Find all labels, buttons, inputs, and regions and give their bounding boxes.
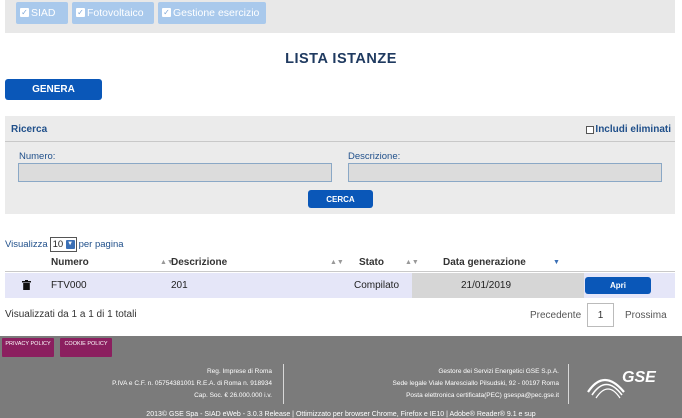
- cookie-policy-link[interactable]: COOKIE POLICY: [60, 338, 112, 357]
- company-registration-info: Reg. Imprese di Roma P.IVA e C.F. n. 057…: [112, 366, 272, 402]
- module-tabs-bar: ✓ SIAD ✓ Fotovoltaico ✓ Gestione eserciz…: [5, 0, 675, 33]
- sort-icon[interactable]: ▲▼: [330, 259, 344, 266]
- page-size-select[interactable]: 10 ▼: [49, 237, 77, 252]
- genera-button[interactable]: GENERA: [5, 79, 102, 100]
- pagination-current-page[interactable]: 1: [587, 303, 614, 327]
- tab-siad[interactable]: ✓ SIAD: [16, 2, 68, 24]
- table-row: FTV000 201 Compilato 21/01/2019 Apri: [5, 273, 675, 298]
- header-descrizione[interactable]: Descrizione: [171, 257, 227, 268]
- tab-gestione-esercizio[interactable]: ✓ Gestione esercizio: [158, 2, 266, 24]
- footer-left-line: P.IVA e C.F. n. 05754381001 R.E.A. di Ro…: [112, 380, 272, 387]
- apri-button[interactable]: Apri: [585, 277, 651, 294]
- table-header: Numero ▲▼ Descrizione ▲▼ Stato ▲▼ Data g…: [5, 255, 675, 272]
- tab-label: Fotovoltaico: [87, 7, 144, 19]
- checkbox-icon: ✓: [76, 8, 85, 17]
- footer: PRIVACY POLICY COOKIE POLICY Reg. Impres…: [0, 336, 682, 418]
- tab-fotovoltaico[interactable]: ✓ Fotovoltaico: [72, 2, 154, 24]
- checkbox-icon[interactable]: [586, 125, 595, 134]
- pagination-next[interactable]: Prossima: [625, 310, 667, 321]
- pagination-prev[interactable]: Precedente: [530, 310, 581, 321]
- tab-label: Gestione esercizio: [173, 7, 260, 19]
- copyright-text: 2013© GSE Spa - SIAD eWeb - 3.0.3 Releas…: [146, 411, 536, 418]
- gse-logo: GSE: [587, 369, 657, 399]
- checkbox-icon: ✓: [162, 8, 171, 17]
- chevron-down-icon[interactable]: ▼: [65, 240, 75, 249]
- sort-icon[interactable]: ▲▼: [405, 259, 419, 266]
- svg-text:GSE: GSE: [622, 369, 657, 386]
- page-title: LISTA ISTANZE: [285, 51, 397, 67]
- footer-right-line: Posta elettronica certificata(PEC) gsesp…: [406, 392, 559, 399]
- footer-left-line: Reg. Imprese di Roma: [206, 368, 272, 375]
- cell-descrizione: 201: [171, 280, 188, 291]
- checkbox-icon: ✓: [20, 8, 29, 17]
- privacy-policy-link[interactable]: PRIVACY POLICY: [2, 338, 54, 357]
- cell-numero: FTV000: [51, 280, 87, 291]
- sort-desc-icon[interactable]: ▼: [553, 259, 560, 266]
- cerca-button[interactable]: CERCA: [308, 190, 373, 208]
- descrizione-label: Descrizione:: [348, 151, 401, 162]
- numero-label: Numero:: [19, 151, 56, 162]
- includi-eliminati-label: Includi eliminati: [595, 124, 671, 135]
- descrizione-input[interactable]: [348, 163, 662, 182]
- header-numero[interactable]: Numero: [51, 257, 89, 268]
- footer-right-line: Gestore dei Servizi Energetici GSE S.p.A…: [438, 368, 559, 375]
- results-summary: Visualizzati da 1 a 1 di 1 totali: [5, 309, 137, 320]
- trash-icon[interactable]: [22, 280, 31, 290]
- footer-left-line: Cap. Soc. € 26.000.000 i.v.: [194, 392, 272, 399]
- search-header: Ricerca Includi eliminati: [5, 116, 675, 142]
- search-title: Ricerca: [11, 124, 48, 135]
- company-address-info: Gestore dei Servizi Energetici GSE S.p.A…: [393, 366, 559, 402]
- header-stato[interactable]: Stato: [359, 257, 384, 268]
- includi-eliminati-checkbox[interactable]: Includi eliminati: [586, 124, 671, 135]
- cell-stato: Compilato: [354, 280, 400, 291]
- search-panel: Ricerca Includi eliminati Numero: Descri…: [5, 116, 675, 214]
- page-size-suffix: per pagina: [78, 239, 124, 250]
- cell-data-generazione: 21/01/2019: [461, 280, 512, 291]
- footer-divider: [568, 364, 569, 404]
- header-data-generazione[interactable]: Data generazione: [443, 257, 526, 268]
- page-size-value: 10: [52, 239, 64, 250]
- page-size-control: Visualizza 10 ▼ per pagina: [5, 237, 124, 252]
- numero-input[interactable]: [18, 163, 332, 182]
- tab-label: SIAD: [31, 7, 56, 19]
- footer-right-line: Sede legale Viale Maresciallo Pilsudski,…: [392, 380, 559, 387]
- page-size-prefix: Visualizza: [5, 239, 48, 250]
- footer-divider: [283, 364, 284, 404]
